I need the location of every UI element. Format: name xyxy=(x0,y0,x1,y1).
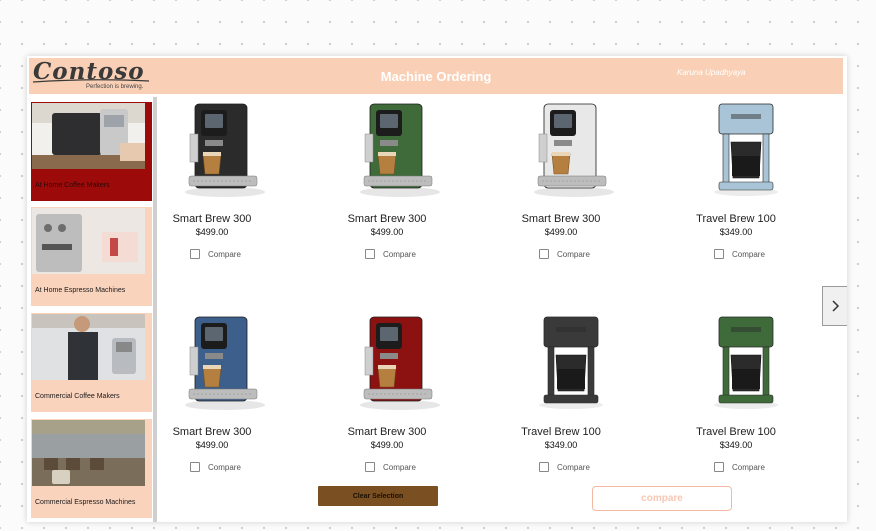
espresso-machine-image[interactable] xyxy=(526,100,616,200)
espresso-machine-image[interactable] xyxy=(177,100,267,200)
product-name: Smart Brew 300 xyxy=(347,426,427,438)
compare-button[interactable]: compare xyxy=(592,486,732,511)
logo-tagline: Perfection is brewing. xyxy=(86,84,144,90)
app-window: Contoso Perfection is brewing. Machine O… xyxy=(27,56,847,522)
product-price: $349.00 xyxy=(719,440,753,450)
compare-checkbox-label: Compare xyxy=(383,463,416,472)
compare-checkbox[interactable] xyxy=(190,462,200,472)
product-price: $499.00 xyxy=(195,440,229,450)
category-label: Commercial Espresso Machines xyxy=(35,499,136,506)
compare-checkbox-label: Compare xyxy=(732,463,765,472)
compare-checkbox[interactable] xyxy=(365,249,375,259)
compare-checkbox-label: Compare xyxy=(557,250,590,259)
product-card[interactable]: Travel Brew 100 $349.00 Compare xyxy=(491,313,631,503)
category-photo xyxy=(32,103,145,169)
compare-checkbox[interactable] xyxy=(539,249,549,259)
drip-coffee-maker-image[interactable] xyxy=(526,313,616,413)
category-label: At Home Espresso Machines xyxy=(35,287,126,294)
product-name: Smart Brew 300 xyxy=(347,213,427,225)
category-photo xyxy=(32,314,145,380)
espresso-machine-image[interactable] xyxy=(352,100,442,200)
category-sidebar: At Home Coffee Makers At Home Espresso M… xyxy=(29,100,157,522)
product-price: $349.00 xyxy=(544,440,578,450)
product-price: $499.00 xyxy=(370,227,404,237)
compare-checkbox-label: Compare xyxy=(557,463,590,472)
category-at-home-coffee-makers[interactable]: At Home Coffee Makers xyxy=(31,102,152,201)
compare-checkbox[interactable] xyxy=(190,249,200,259)
product-card[interactable]: Smart Brew 300 $499.00 Compare xyxy=(142,313,282,503)
compare-checkbox[interactable] xyxy=(365,462,375,472)
product-price: $499.00 xyxy=(195,227,229,237)
compare-checkbox[interactable] xyxy=(714,462,724,472)
category-commercial-coffee-makers[interactable]: Commercial Coffee Makers xyxy=(31,313,152,412)
user-name: Karuna Upadhyaya xyxy=(677,68,746,77)
product-card[interactable]: Smart Brew 300 $499.00 Compare xyxy=(142,100,282,290)
product-name: Smart Brew 300 xyxy=(172,426,252,438)
espresso-machine-image[interactable] xyxy=(177,313,267,413)
product-card[interactable]: Smart Brew 300 $499.00 Compare xyxy=(317,313,457,503)
compare-checkbox-label: Compare xyxy=(208,250,241,259)
product-price: $499.00 xyxy=(544,227,578,237)
product-name: Travel Brew 100 xyxy=(696,426,776,438)
category-label: Commercial Coffee Makers xyxy=(35,393,120,400)
espresso-machine-image[interactable] xyxy=(352,313,442,413)
product-name: Smart Brew 300 xyxy=(521,213,601,225)
drip-coffee-maker-image[interactable] xyxy=(701,313,791,413)
compare-checkbox-label: Compare xyxy=(732,250,765,259)
header-bar: Contoso Perfection is brewing. Machine O… xyxy=(29,58,843,94)
compare-checkbox[interactable] xyxy=(539,462,549,472)
compare-checkbox-label: Compare xyxy=(383,250,416,259)
product-card[interactable]: Travel Brew 100 $349.00 Compare xyxy=(666,313,806,503)
category-at-home-espresso-machines[interactable]: At Home Espresso Machines xyxy=(31,207,152,306)
next-page-button[interactable] xyxy=(822,286,847,326)
category-label: At Home Coffee Makers xyxy=(35,182,110,189)
product-name: Travel Brew 100 xyxy=(521,426,601,438)
product-card[interactable]: Travel Brew 100 $349.00 Compare xyxy=(666,100,806,290)
product-name: Travel Brew 100 xyxy=(696,213,776,225)
category-photo xyxy=(32,208,145,274)
category-photo xyxy=(32,420,145,486)
category-commercial-espresso-machines[interactable]: Commercial Espresso Machines xyxy=(31,419,152,518)
product-name: Smart Brew 300 xyxy=(172,213,252,225)
product-card[interactable]: Smart Brew 300 $499.00 Compare xyxy=(317,100,457,290)
clear-selection-button[interactable]: Clear Selection xyxy=(318,486,438,506)
drip-coffee-maker-image[interactable] xyxy=(701,100,791,200)
chevron-right-icon xyxy=(832,300,840,312)
compare-checkbox-label: Compare xyxy=(208,463,241,472)
product-price: $349.00 xyxy=(719,227,753,237)
compare-checkbox[interactable] xyxy=(714,249,724,259)
product-price: $499.00 xyxy=(370,440,404,450)
product-card[interactable]: Smart Brew 300 $499.00 Compare xyxy=(491,100,631,290)
